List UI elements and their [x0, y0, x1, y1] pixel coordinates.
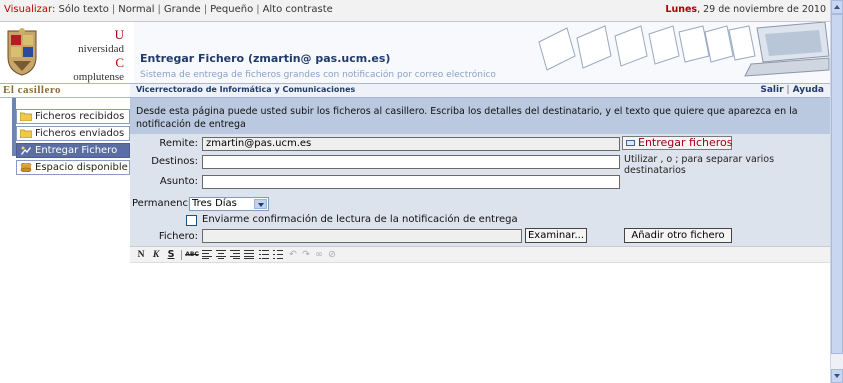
page-scrollbar[interactable] [830, 0, 843, 383]
retention-value: Tres Días [192, 198, 237, 209]
sidebar-item-received-files[interactable]: Ficheros recibidos [16, 109, 130, 124]
bullet-list-icon[interactable] [259, 250, 269, 259]
scroll-up-icon[interactable] [831, 0, 843, 14]
disk-icon [20, 163, 32, 172]
redo-icon[interactable]: ↷ [301, 249, 311, 261]
sidebar-item-available-space[interactable]: Espacio disponible [16, 160, 130, 175]
section-title: El casillero [0, 84, 130, 97]
sidebar: Ficheros recibidos Ficheros enviados Ent… [0, 98, 130, 383]
logout-link[interactable]: Salir [760, 85, 783, 95]
scroll-down-icon[interactable] [831, 369, 843, 383]
read-receipt-label: Enviarme confirmación de lectura de la n… [202, 214, 518, 225]
view-option-high-contrast[interactable]: Alto contraste [263, 4, 333, 15]
upload-icon [21, 146, 31, 155]
italic-button[interactable]: K [151, 249, 161, 261]
sidebar-item-label: Entregar Fichero [35, 145, 118, 156]
header-links: Salir | Ayuda [760, 85, 824, 95]
underline-button[interactable]: S [166, 249, 176, 261]
align-center-icon[interactable] [216, 250, 226, 259]
toolbar-divider [181, 250, 182, 260]
read-receipt-checkbox[interactable] [186, 215, 197, 226]
sidebar-item-sent-files[interactable]: Ficheros enviados [16, 126, 130, 141]
align-left-icon[interactable] [202, 250, 212, 259]
view-option-large[interactable]: Grande [164, 4, 201, 15]
flying-papers-illustration [538, 22, 830, 77]
recipients-hint: Utilizar , o ; para separar varios desti… [624, 154, 775, 176]
file-label: Fichero: [158, 231, 198, 242]
message-editor[interactable] [130, 263, 830, 383]
unit-name: Vicerrectorado de Informática y Comunica… [136, 85, 356, 94]
scroll-thumb[interactable] [831, 14, 843, 354]
folder-icon [20, 129, 32, 138]
numbered-list-icon[interactable] [273, 250, 283, 259]
section-band: El casillero Vicerrectorado de Informáti… [0, 83, 830, 98]
deliver-files-button[interactable]: Entregar ficheros [622, 136, 732, 150]
subject-field[interactable] [202, 175, 620, 189]
subject-label: Asunto: [159, 176, 198, 187]
university-crest-icon [7, 28, 37, 76]
bold-button[interactable]: N [136, 249, 146, 261]
align-right-icon[interactable] [230, 250, 240, 259]
accessibility-bar: Visualizar: Sólo texto | Normal | Grande | Peq… [0, 0, 830, 22]
help-link[interactable]: Ayuda [793, 85, 824, 95]
folder-icon [20, 112, 32, 121]
add-file-button[interactable]: Añadir otro fichero [624, 228, 732, 243]
date-day: Lunes [665, 4, 698, 15]
sidebar-item-deliver-file[interactable]: Entregar Fichero [16, 143, 130, 158]
site-header: Universidad Complutense Madrid Entregar … [0, 22, 830, 111]
view-option-text-only[interactable]: Sólo texto [59, 4, 109, 15]
align-justify-icon[interactable] [244, 250, 254, 259]
editor-toolbar: N K S ABC ↶ ↷ ∞ ⊘ [130, 246, 830, 263]
sidebar-item-label: Ficheros recibidos [35, 111, 125, 122]
retention-select[interactable]: Tres Días [189, 197, 269, 211]
intro-text: Desde esta página puede usted subir los … [130, 98, 830, 134]
undo-icon[interactable]: ↶ [288, 249, 298, 261]
view-options: Visualizar: Sólo texto | Normal | Grande | Peq… [4, 4, 333, 15]
browse-button[interactable]: Examinar... [525, 228, 587, 243]
unlink-icon[interactable]: ⊘ [327, 249, 337, 261]
chevron-down-icon [254, 199, 267, 209]
unit-name-bar: Vicerrectorado de Informática y Comunica… [130, 84, 830, 97]
main-content: Desde esta página puede usted subir los … [130, 98, 830, 383]
envelope-icon [626, 140, 635, 146]
sidebar-item-label: Espacio disponible [35, 162, 128, 173]
recipients-field[interactable] [202, 155, 620, 169]
date-rest: , 29 de noviembre de 2010 [697, 4, 826, 15]
sender-label: Remite: [159, 138, 198, 149]
sender-field[interactable]: zmartin@pas.ucm.es [202, 137, 620, 151]
link-icon[interactable]: ∞ [314, 249, 324, 261]
sidebar-item-label: Ficheros enviados [35, 128, 125, 139]
view-option-normal[interactable]: Normal [118, 4, 154, 15]
recipients-label: Destinos: [151, 156, 198, 167]
delivery-form: Remite: zmartin@pas.ucm.es Entregar fich… [130, 134, 830, 246]
university-logo[interactable]: Universidad Complutense Madrid [2, 23, 128, 111]
view-options-label: Visualizar: [4, 4, 56, 15]
page-title: Entregar Fichero (zmartin@ pas.ucm.es) [140, 52, 391, 65]
page-subtitle: Sistema de entrega de ficheros grandes c… [140, 70, 496, 80]
view-option-small[interactable]: Pequeño [210, 4, 253, 15]
title-area: Entregar Fichero (zmartin@ pas.ucm.es) S… [134, 22, 830, 83]
file-path-field[interactable] [202, 229, 522, 243]
current-date: Lunes, 29 de noviembre de 2010 [665, 4, 826, 15]
strikethrough-button[interactable]: ABC [185, 249, 199, 261]
